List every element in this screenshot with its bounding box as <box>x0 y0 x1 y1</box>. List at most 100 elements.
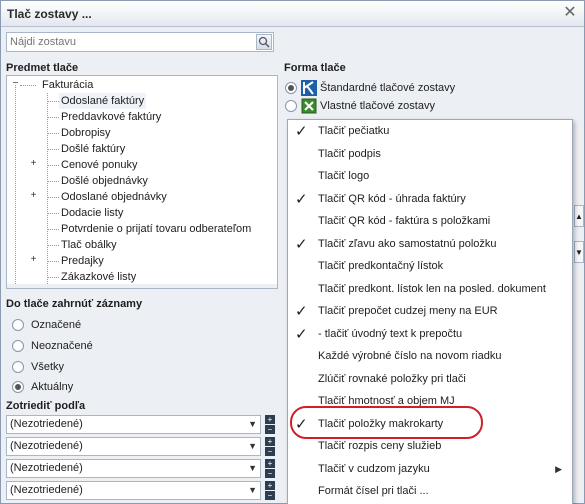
tree-item[interactable]: Zákazkové listy <box>59 269 138 285</box>
menu-item-label: Každé výrobné číslo na novom riadku <box>318 350 502 362</box>
menu-item[interactable]: Tlačiť predkont. lístok len na posled. d… <box>288 279 572 301</box>
tree-line <box>47 229 59 230</box>
minus-icon[interactable]: − <box>265 447 275 456</box>
tree-line <box>47 181 59 182</box>
dropdown-arrow-icon[interactable]: ▼ <box>248 419 257 429</box>
tree-item[interactable]: Došlé faktúry <box>59 141 127 157</box>
tree-item[interactable]: Dodacie listy <box>59 205 125 221</box>
menu-item[interactable]: Tlačiť podpis <box>288 144 572 166</box>
menu-item[interactable]: ✓ Tlačiť prepočet cudzej meny na EUR <box>288 301 572 323</box>
tree-item[interactable]: Preddavkové faktúry <box>59 109 163 125</box>
print-dialog: Tlač zostavy ... ✕ Predmet tlače − Faktu… <box>0 0 585 504</box>
check-icon: ✓ <box>295 303 308 320</box>
plus-icon[interactable]: + <box>265 437 275 446</box>
menu-item-label: Tlačiť v cudzom jazyku <box>318 462 430 475</box>
dropdown-arrow-icon[interactable]: ▼ <box>248 485 257 495</box>
tree-item[interactable]: Potvrdenie o prijatí tovaru odberateľom <box>59 221 253 237</box>
kros-logo-icon <box>301 80 317 96</box>
plus-icon[interactable]: + <box>265 415 275 424</box>
menu-item-label: Tlačiť podpis <box>318 147 381 160</box>
plus-icon[interactable]: + <box>265 459 275 468</box>
menu-item-label: Tlačiť pečiatku <box>318 125 390 137</box>
sort-direction-buttons[interactable]: + − <box>265 415 275 435</box>
search-button[interactable] <box>256 34 272 50</box>
tree-item[interactable]: Odoslané faktúry <box>59 93 147 109</box>
menu-item[interactable]: Tlačiť rozpis ceny služieb <box>288 436 572 458</box>
menu-item-label: Formát čísel pri tlači ... <box>318 485 429 497</box>
zoradit-label: Zotriediť podľa <box>6 400 86 412</box>
search-input[interactable] <box>10 35 250 49</box>
forma-vlastne-label: Vlastné tlačové zostavy <box>320 100 435 112</box>
title-bar: Tlač zostavy ... ✕ <box>1 1 584 27</box>
menu-item[interactable]: Tlačiť QR kód - faktúra s položkami <box>288 211 572 233</box>
tree-item[interactable]: Dobropisy <box>59 125 113 141</box>
combo-value: (Nezotriedené) <box>10 418 83 430</box>
radio-button[interactable] <box>12 319 24 331</box>
radio-button-selected[interactable] <box>12 381 24 393</box>
minus-icon[interactable]: − <box>265 469 275 478</box>
menu-item[interactable]: Zlúčiť rovnaké položky pri tlači <box>288 369 572 391</box>
predmet-label: Predmet tlače <box>6 62 79 74</box>
check-icon: ✓ <box>295 123 308 140</box>
tree-line <box>15 85 16 288</box>
sort-combo-4[interactable]: (Nezotriedené) ▼ <box>6 481 261 500</box>
sort-combo-2[interactable]: (Nezotriedené) ▼ <box>6 437 261 456</box>
dropdown-arrow-icon[interactable]: ▼ <box>248 441 257 451</box>
menu-item[interactable]: Tlačiť logo <box>288 166 572 188</box>
tree-line <box>47 213 59 214</box>
side-scroll-down[interactable]: ▼ <box>574 241 584 263</box>
sort-direction-buttons[interactable]: + − <box>265 437 275 457</box>
close-icon[interactable]: ✕ <box>560 3 580 23</box>
expand-icon[interactable]: + <box>29 159 38 169</box>
tree-line <box>47 277 59 278</box>
search-icon <box>258 36 270 48</box>
tree-item[interactable]: Odoslané objednávky <box>59 189 169 205</box>
plus-icon[interactable]: + <box>265 481 275 490</box>
sort-combo-1[interactable]: (Nezotriedené) ▼ <box>6 415 261 434</box>
collapse-icon[interactable]: − <box>11 79 20 89</box>
tree-item[interactable]: Predajky <box>59 253 106 269</box>
tree-line <box>47 149 59 150</box>
menu-item-label: Tlačiť QR kód - úhrada faktúry <box>318 192 466 205</box>
menu-item[interactable]: ✓ Tlačiť zľavu ako samostatnú položku <box>288 234 572 256</box>
radio-label: Aktuálny <box>31 381 74 393</box>
tree-line <box>47 93 48 288</box>
menu-item[interactable]: Formát čísel pri tlači ... <box>288 481 572 503</box>
sort-direction-buttons[interactable]: + − <box>265 481 275 501</box>
radio-button[interactable] <box>285 100 297 112</box>
tree-root[interactable]: Fakturácia <box>42 77 93 93</box>
menu-item[interactable]: ✓ Tlačiť QR kód - úhrada faktúry <box>288 189 572 211</box>
side-scroll-up[interactable]: ▲ <box>574 205 584 227</box>
radio-button[interactable] <box>12 361 24 373</box>
tree-item[interactable]: Cenové ponuky <box>59 157 139 173</box>
radio-button-selected[interactable] <box>285 82 297 94</box>
menu-item-label: Tlačiť QR kód - faktúra s položkami <box>318 215 491 227</box>
menu-item[interactable]: ✓ - tlačiť úvodný text k prepočtu <box>288 324 572 346</box>
menu-item-label: Tlačiť logo <box>318 170 370 182</box>
menu-item[interactable]: Tlačiť predkontačný lístok <box>288 256 572 278</box>
options-context-menu: ✓ Tlačiť pečiatku Tlačiť podpis Tlačiť logo… <box>287 119 573 504</box>
dropdown-arrow-icon[interactable]: ▼ <box>248 463 257 473</box>
minus-icon[interactable]: − <box>265 491 275 500</box>
tree-item[interactable]: Došlé objednávky <box>59 173 150 189</box>
expand-icon[interactable]: + <box>29 255 38 265</box>
menu-item-label: Zlúčiť rovnaké položky pri tlači <box>318 372 466 385</box>
forma-label: Forma tlače <box>284 62 346 74</box>
tree-item[interactable]: Tlač obálky <box>59 237 119 253</box>
search-box <box>6 32 274 52</box>
minus-icon[interactable]: − <box>265 425 275 434</box>
tree-scrollbar[interactable] <box>7 284 277 288</box>
radio-button[interactable] <box>12 340 24 352</box>
menu-item[interactable]: Každé výrobné číslo na novom riadku <box>288 346 572 368</box>
tree-line <box>47 197 59 198</box>
expand-icon[interactable]: + <box>29 191 38 201</box>
combo-value: (Nezotriedené) <box>10 440 83 452</box>
sort-direction-buttons[interactable]: + − <box>265 459 275 479</box>
sort-combo-3[interactable]: (Nezotriedené) ▼ <box>6 459 261 478</box>
menu-item[interactable]: Tlačiť v cudzom jazyku ▶ <box>288 459 572 481</box>
radio-label: Neoznačené <box>31 340 93 352</box>
menu-item[interactable]: ✓ Tlačiť pečiatku <box>288 121 572 143</box>
highlight-annotation <box>290 406 483 439</box>
tree-line <box>20 85 36 86</box>
report-tree[interactable]: − Fakturácia Odoslané faktúry Preddavkové… <box>6 75 278 289</box>
